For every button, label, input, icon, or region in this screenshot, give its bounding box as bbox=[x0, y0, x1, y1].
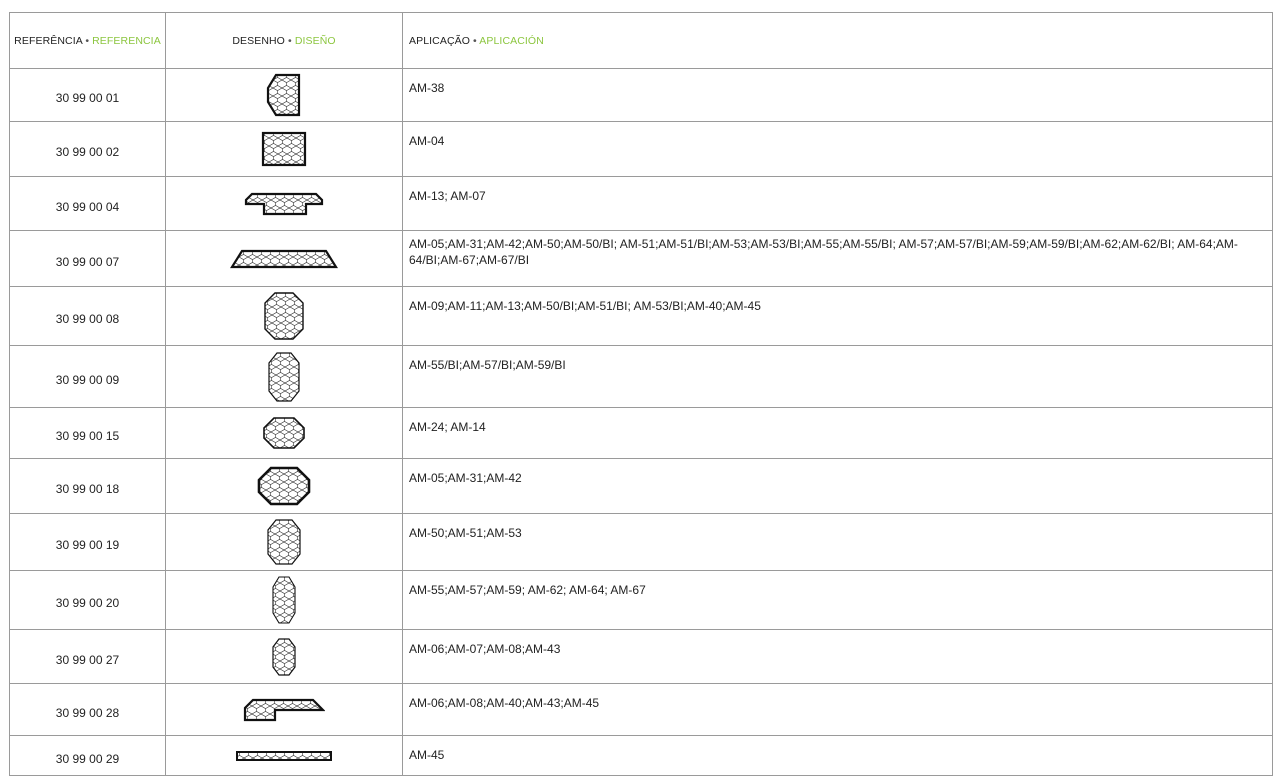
table-row: 30 99 00 02 AM-04 bbox=[9, 121, 1273, 177]
ref-label: REFERÊNCIA bbox=[14, 34, 83, 47]
reference-cell: 30 99 00 02 bbox=[9, 121, 166, 177]
table-row: 30 99 00 29 AM-45 bbox=[9, 735, 1273, 776]
app-label: APLICAÇÃO bbox=[409, 34, 471, 47]
application-cell: AM-38 bbox=[402, 68, 1273, 122]
table-row: 30 99 00 27 AM-06;AM-07;AM-08;AM-43 bbox=[9, 629, 1273, 684]
table-row: 30 99 00 07 AM-05;AM-31;AM-42;AM-50;AM-5… bbox=[9, 230, 1273, 287]
reference-cell: 30 99 00 20 bbox=[9, 570, 166, 630]
header-row: REFERÊNCIA • REFERENCIA DESENHO • DISEÑO… bbox=[9, 12, 1273, 69]
small-tall-octagon-hex-grid-icon bbox=[272, 637, 296, 676]
draw-label: DESENHO bbox=[232, 34, 285, 47]
stepped-bar-hex-grid-icon bbox=[243, 698, 325, 721]
application-cell: AM-55;AM-57;AM-59; AM-62; AM-64; AM-67 bbox=[402, 570, 1273, 630]
flanged-bar-hex-grid-icon bbox=[244, 192, 324, 215]
drawing-cell bbox=[165, 407, 403, 459]
separator: • bbox=[85, 34, 90, 47]
reference-cell: 30 99 00 29 bbox=[9, 735, 166, 776]
draw-label-es: DISEÑO bbox=[294, 34, 336, 47]
tall-chamfer-left-hex-grid-icon bbox=[266, 73, 301, 117]
application-cell: AM-09;AM-11;AM-13;AM-50/BI;AM-51/BI; AM-… bbox=[402, 286, 1273, 346]
long-trapezoid-hex-grid-icon bbox=[230, 249, 338, 268]
reference-cell: 30 99 00 18 bbox=[9, 458, 166, 514]
drawing-cell bbox=[165, 629, 403, 684]
reference-cell: 30 99 00 27 bbox=[9, 629, 166, 684]
table-row: 30 99 00 08 AM-09;AM-11;AM-13;AM-50/BI;A… bbox=[9, 286, 1273, 346]
application-cell: AM-55/BI;AM-57/BI;AM-59/BI bbox=[402, 345, 1273, 408]
drawing-cell bbox=[165, 458, 403, 514]
drawing-cell bbox=[165, 68, 403, 122]
application-cell: AM-50;AM-51;AM-53 bbox=[402, 513, 1273, 571]
table-row: 30 99 00 15 AM-24; AM-14 bbox=[9, 407, 1273, 459]
square-hex-grid-icon bbox=[261, 131, 307, 167]
catalog-table: REFERÊNCIA • REFERENCIA DESENHO • DISEÑO… bbox=[9, 12, 1273, 776]
reference-cell: 30 99 00 07 bbox=[9, 230, 166, 287]
application-cell: AM-06;AM-08;AM-40;AM-43;AM-45 bbox=[402, 683, 1273, 736]
application-cell: AM-24; AM-14 bbox=[402, 407, 1273, 459]
application-cell: AM-05;AM-31;AM-42 bbox=[402, 458, 1273, 514]
wide-octagon-hex-grid-icon bbox=[257, 466, 311, 506]
drawing-cell bbox=[165, 683, 403, 736]
reference-cell: 30 99 00 15 bbox=[9, 407, 166, 459]
table-row: 30 99 00 20 AM-55;AM-57;AM-59; AM-62; AM… bbox=[9, 570, 1273, 630]
thin-bar-hex-grid-icon bbox=[236, 750, 332, 761]
reference-cell: 30 99 00 08 bbox=[9, 286, 166, 346]
application-cell: AM-05;AM-31;AM-42;AM-50;AM-50/BI; AM-51;… bbox=[402, 230, 1273, 287]
reference-cell: 30 99 00 09 bbox=[9, 345, 166, 408]
drawing-cell bbox=[165, 286, 403, 346]
application-cell: AM-06;AM-07;AM-08;AM-43 bbox=[402, 629, 1273, 684]
ref-label-es: REFERENCIA bbox=[92, 34, 161, 47]
octagon-hex-grid-icon bbox=[264, 292, 304, 340]
reference-cell: 30 99 00 19 bbox=[9, 513, 166, 571]
tall-octagon-hex-grid-icon bbox=[267, 519, 301, 565]
col-header-reference: REFERÊNCIA • REFERENCIA bbox=[9, 12, 166, 69]
table-row: 30 99 00 01 AM-38 bbox=[9, 68, 1273, 122]
separator: • bbox=[288, 34, 292, 47]
col-header-drawing: DESENHO • DISEÑO bbox=[165, 12, 403, 69]
tall-octagon-hex-grid-icon bbox=[268, 351, 300, 402]
drawing-cell bbox=[165, 345, 403, 408]
reference-cell: 30 99 00 01 bbox=[9, 68, 166, 122]
table-row: 30 99 00 19 AM-50;AM-51;AM-53 bbox=[9, 513, 1273, 571]
table-row: 30 99 00 09 AM-55/BI;AM-57/BI;AM-59/BI bbox=[9, 345, 1273, 408]
drawing-cell bbox=[165, 570, 403, 630]
application-cell: AM-13; AM-07 bbox=[402, 176, 1273, 231]
reference-cell: 30 99 00 04 bbox=[9, 176, 166, 231]
table-row: 30 99 00 18 AM-05;AM-31;AM-42 bbox=[9, 458, 1273, 514]
application-cell: AM-45 bbox=[402, 735, 1273, 776]
drawing-cell bbox=[165, 121, 403, 177]
table-row: 30 99 00 04 AM-13; AM-07 bbox=[9, 176, 1273, 231]
reference-cell: 30 99 00 28 bbox=[9, 683, 166, 736]
table-row: 30 99 00 28 AM-06;AM-08;AM-40;AM-43;AM-4… bbox=[9, 683, 1273, 736]
drawing-cell bbox=[165, 176, 403, 231]
narrow-tall-octagon-hex-grid-icon bbox=[272, 576, 296, 624]
drawing-cell bbox=[165, 230, 403, 287]
col-header-application: APLICAÇÃO • APLICACIÓN bbox=[402, 12, 1273, 69]
drawing-cell bbox=[165, 513, 403, 571]
separator: • bbox=[473, 34, 477, 47]
app-label-es: APLICACIÓN bbox=[479, 34, 544, 47]
drawing-cell bbox=[165, 735, 403, 776]
small-octagon-hex-grid-icon bbox=[263, 417, 305, 449]
application-cell: AM-04 bbox=[402, 121, 1273, 177]
